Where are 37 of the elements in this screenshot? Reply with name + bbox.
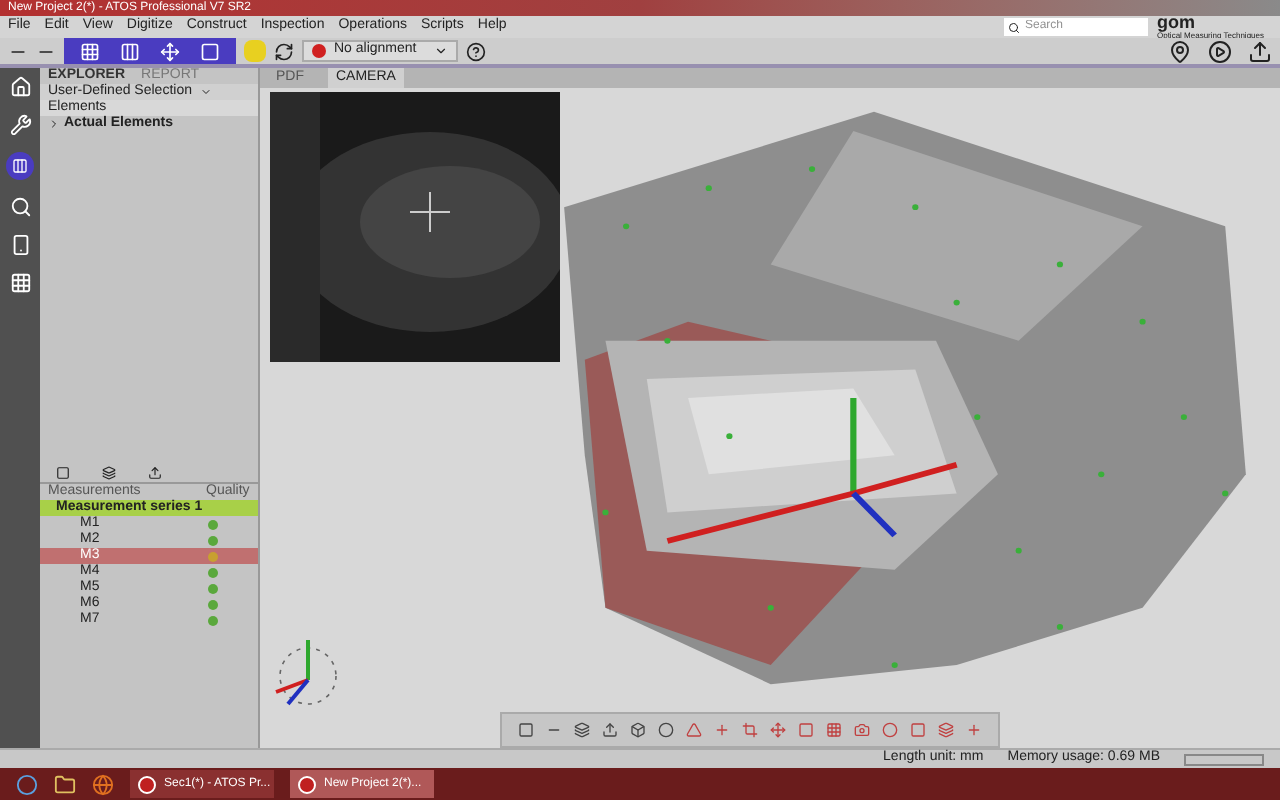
caret-icon: [199, 86, 212, 98]
search-icon[interactable]: [9, 196, 31, 218]
pin-icon[interactable]: [1168, 39, 1192, 63]
folder-icon[interactable]: [54, 773, 76, 795]
status-panel: [1184, 753, 1264, 765]
caret-icon: [434, 44, 448, 58]
home-icon[interactable]: [9, 76, 31, 98]
upload-icon[interactable]: [1248, 39, 1272, 63]
upload-icon[interactable]: [148, 466, 162, 480]
tool-icon[interactable]: [938, 722, 954, 738]
tool-icon[interactable]: [742, 722, 758, 738]
move-icon[interactable]: [160, 41, 180, 61]
tool-icon[interactable]: [602, 722, 618, 738]
tool-icon[interactable]: [630, 722, 646, 738]
tool-icon[interactable]: [826, 722, 842, 738]
columns-icon[interactable]: [120, 41, 140, 61]
tool-icon[interactable]: [854, 722, 870, 738]
search-icon: [1008, 21, 1021, 33]
help-icon[interactable]: [466, 41, 486, 61]
refresh-icon[interactable]: [274, 41, 294, 61]
no-entry-icon: [312, 44, 326, 58]
tool-icon[interactable]: [574, 722, 590, 738]
layers-icon[interactable]: [102, 466, 116, 480]
brand-logo: gom: [1156, 14, 1197, 32]
inspection-tab[interactable]: [6, 152, 34, 180]
app-icon: [298, 775, 316, 793]
phone-icon[interactable]: [9, 234, 31, 256]
expand-icon: [48, 118, 60, 130]
grid-icon[interactable]: [80, 41, 100, 61]
wrench-icon[interactable]: [9, 114, 31, 136]
app-icon: [138, 775, 156, 793]
columns-icon: [12, 158, 28, 174]
grid-icon[interactable]: [9, 272, 31, 294]
tool-icon[interactable]: [770, 722, 786, 738]
start-icon[interactable]: [16, 773, 38, 795]
play-icon[interactable]: [1208, 39, 1232, 63]
browser-icon[interactable]: [92, 773, 114, 795]
